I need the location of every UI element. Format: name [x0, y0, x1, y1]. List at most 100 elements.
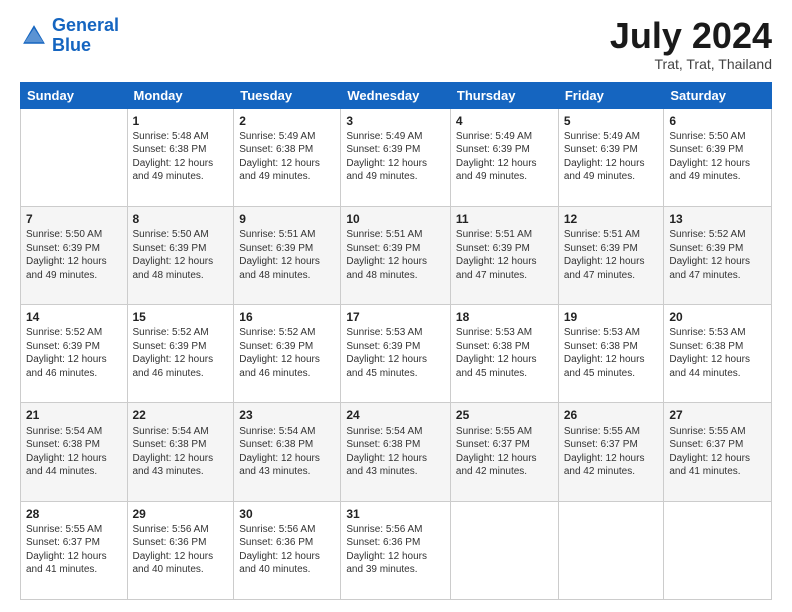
day-number: 7	[26, 211, 122, 227]
day-info: Sunrise: 5:55 AMSunset: 6:37 PMDaylight:…	[564, 425, 659, 479]
logo-icon	[20, 22, 48, 50]
day-number: 5	[564, 113, 659, 129]
day-number: 24	[346, 407, 445, 423]
calendar-cell: 24 Sunrise: 5:54 AMSunset: 6:38 PMDayligh…	[341, 403, 451, 501]
logo-line2: Blue	[52, 35, 91, 55]
day-info: Sunrise: 5:49 AMSunset: 6:39 PMDaylight:…	[456, 130, 553, 184]
logo: General Blue	[20, 16, 119, 56]
day-info: Sunrise: 5:48 AMSunset: 6:38 PMDaylight:…	[133, 130, 229, 184]
day-info: Sunrise: 5:53 AMSunset: 6:38 PMDaylight:…	[456, 326, 553, 380]
calendar-cell: 1Sunrise: 5:48 AMSunset: 6:38 PMDaylight…	[127, 108, 234, 206]
week-row-3: 14Sunrise: 5:52 AMSunset: 6:39 PMDayligh…	[21, 305, 772, 403]
day-info: Sunrise: 5:53 AMSunset: 6:38 PMDaylight:…	[564, 326, 659, 380]
day-number: 19	[564, 309, 659, 325]
day-number: 12	[564, 211, 659, 227]
day-number: 16	[239, 309, 335, 325]
col-header-saturday: Saturday	[664, 82, 772, 108]
day-info: Sunrise: 5:56 AMSunset: 6:36 PMDaylight:…	[133, 523, 229, 577]
day-info: Sunrise: 5:54 AMSunset: 6:38 PMDaylight:…	[26, 425, 122, 479]
day-info: Sunrise: 5:50 AMSunset: 6:39 PMDaylight:…	[133, 228, 229, 282]
main-title: July 2024	[610, 16, 772, 56]
calendar-cell: 25 Sunrise: 5:55 AMSunset: 6:37 PMDayligh…	[450, 403, 558, 501]
day-number: 25	[456, 407, 553, 423]
day-info: Sunrise: 5:51 AMSunset: 6:39 PMDaylight:…	[239, 228, 335, 282]
col-header-thursday: Thursday	[450, 82, 558, 108]
calendar-cell: 17Sunrise: 5:53 AMSunset: 6:39 PMDayligh…	[341, 305, 451, 403]
day-info: Sunrise: 5:53 AMSunset: 6:38 PMDaylight:…	[669, 326, 766, 380]
calendar-cell	[664, 501, 772, 599]
calendar-cell: 15Sunrise: 5:52 AMSunset: 6:39 PMDayligh…	[127, 305, 234, 403]
day-number: 11	[456, 211, 553, 227]
day-info: Sunrise: 5:52 AMSunset: 6:39 PMDaylight:…	[669, 228, 766, 282]
day-number: 17	[346, 309, 445, 325]
day-info: Sunrise: 5:55 AMSunset: 6:37 PMDaylight:…	[456, 425, 553, 479]
day-number: 27	[669, 407, 766, 423]
logo-line1: General	[52, 15, 119, 35]
day-info: Sunrise: 5:49 AMSunset: 6:39 PMDaylight:…	[564, 130, 659, 184]
calendar-table: SundayMondayTuesdayWednesdayThursdayFrid…	[20, 82, 772, 600]
calendar-cell: 28Sunrise: 5:55 AMSunset: 6:37 PMDayligh…	[21, 501, 128, 599]
day-info: Sunrise: 5:50 AMSunset: 6:39 PMDaylight:…	[669, 130, 766, 184]
calendar-cell: 2Sunrise: 5:49 AMSunset: 6:38 PMDaylight…	[234, 108, 341, 206]
day-info: Sunrise: 5:56 AMSunset: 6:36 PMDaylight:…	[239, 523, 335, 577]
calendar-cell	[558, 501, 664, 599]
logo-text: General Blue	[52, 16, 119, 56]
header-row: SundayMondayTuesdayWednesdayThursdayFrid…	[21, 82, 772, 108]
col-header-monday: Monday	[127, 82, 234, 108]
day-info: Sunrise: 5:51 AMSunset: 6:39 PMDaylight:…	[346, 228, 445, 282]
title-block: July 2024 Trat, Trat, Thailand	[610, 16, 772, 72]
day-number: 3	[346, 113, 445, 129]
calendar-cell: 20Sunrise: 5:53 AMSunset: 6:38 PMDayligh…	[664, 305, 772, 403]
calendar-cell: 3Sunrise: 5:49 AMSunset: 6:39 PMDaylight…	[341, 108, 451, 206]
calendar-cell	[21, 108, 128, 206]
calendar-cell: 19Sunrise: 5:53 AMSunset: 6:38 PMDayligh…	[558, 305, 664, 403]
calendar-cell: 6Sunrise: 5:50 AMSunset: 6:39 PMDaylight…	[664, 108, 772, 206]
calendar-cell: 26 Sunrise: 5:55 AMSunset: 6:37 PMDayligh…	[558, 403, 664, 501]
week-row-5: 28Sunrise: 5:55 AMSunset: 6:37 PMDayligh…	[21, 501, 772, 599]
col-header-friday: Friday	[558, 82, 664, 108]
day-info: Sunrise: 5:55 AMSunset: 6:37 PMDaylight:…	[669, 425, 766, 479]
day-info: Sunrise: 5:54 AMSunset: 6:38 PMDaylight:…	[346, 425, 445, 479]
day-info: Sunrise: 5:52 AMSunset: 6:39 PMDaylight:…	[239, 326, 335, 380]
calendar-cell: 12Sunrise: 5:51 AMSunset: 6:39 PMDayligh…	[558, 206, 664, 304]
day-number: 18	[456, 309, 553, 325]
day-number: 21	[26, 407, 122, 423]
day-info: Sunrise: 5:55 AMSunset: 6:37 PMDaylight:…	[26, 523, 122, 577]
calendar-cell: 23Sunrise: 5:54 AMSunset: 6:38 PMDayligh…	[234, 403, 341, 501]
calendar-cell: 5Sunrise: 5:49 AMSunset: 6:39 PMDaylight…	[558, 108, 664, 206]
calendar-cell: 22Sunrise: 5:54 AMSunset: 6:38 PMDayligh…	[127, 403, 234, 501]
day-number: 20	[669, 309, 766, 325]
calendar-cell: 18Sunrise: 5:53 AMSunset: 6:38 PMDayligh…	[450, 305, 558, 403]
day-number: 26	[564, 407, 659, 423]
day-info: Sunrise: 5:54 AMSunset: 6:38 PMDaylight:…	[133, 425, 229, 479]
calendar-cell: 29Sunrise: 5:56 AMSunset: 6:36 PMDayligh…	[127, 501, 234, 599]
day-number: 28	[26, 506, 122, 522]
header: General Blue July 2024 Trat, Trat, Thail…	[20, 16, 772, 72]
calendar-cell: 30Sunrise: 5:56 AMSunset: 6:36 PMDayligh…	[234, 501, 341, 599]
day-info: Sunrise: 5:51 AMSunset: 6:39 PMDaylight:…	[456, 228, 553, 282]
day-number: 6	[669, 113, 766, 129]
calendar-cell: 4Sunrise: 5:49 AMSunset: 6:39 PMDaylight…	[450, 108, 558, 206]
day-info: Sunrise: 5:56 AMSunset: 6:36 PMDaylight:…	[346, 523, 445, 577]
day-number: 2	[239, 113, 335, 129]
day-number: 14	[26, 309, 122, 325]
calendar-cell: 27 Sunrise: 5:55 AMSunset: 6:37 PMDayligh…	[664, 403, 772, 501]
day-info: Sunrise: 5:52 AMSunset: 6:39 PMDaylight:…	[26, 326, 122, 380]
calendar-cell: 13Sunrise: 5:52 AMSunset: 6:39 PMDayligh…	[664, 206, 772, 304]
calendar-cell: 10Sunrise: 5:51 AMSunset: 6:39 PMDayligh…	[341, 206, 451, 304]
day-info: Sunrise: 5:53 AMSunset: 6:39 PMDaylight:…	[346, 326, 445, 380]
day-number: 10	[346, 211, 445, 227]
day-info: Sunrise: 5:50 AMSunset: 6:39 PMDaylight:…	[26, 228, 122, 282]
calendar-cell: 8Sunrise: 5:50 AMSunset: 6:39 PMDaylight…	[127, 206, 234, 304]
col-header-wednesday: Wednesday	[341, 82, 451, 108]
calendar-cell: 9Sunrise: 5:51 AMSunset: 6:39 PMDaylight…	[234, 206, 341, 304]
page: General Blue July 2024 Trat, Trat, Thail…	[0, 0, 792, 612]
col-header-tuesday: Tuesday	[234, 82, 341, 108]
day-number: 23	[239, 407, 335, 423]
calendar-cell: 31Sunrise: 5:56 AMSunset: 6:36 PMDayligh…	[341, 501, 451, 599]
day-info: Sunrise: 5:52 AMSunset: 6:39 PMDaylight:…	[133, 326, 229, 380]
col-header-sunday: Sunday	[21, 82, 128, 108]
week-row-2: 7Sunrise: 5:50 AMSunset: 6:39 PMDaylight…	[21, 206, 772, 304]
calendar-cell: 11Sunrise: 5:51 AMSunset: 6:39 PMDayligh…	[450, 206, 558, 304]
sub-title: Trat, Trat, Thailand	[610, 56, 772, 72]
